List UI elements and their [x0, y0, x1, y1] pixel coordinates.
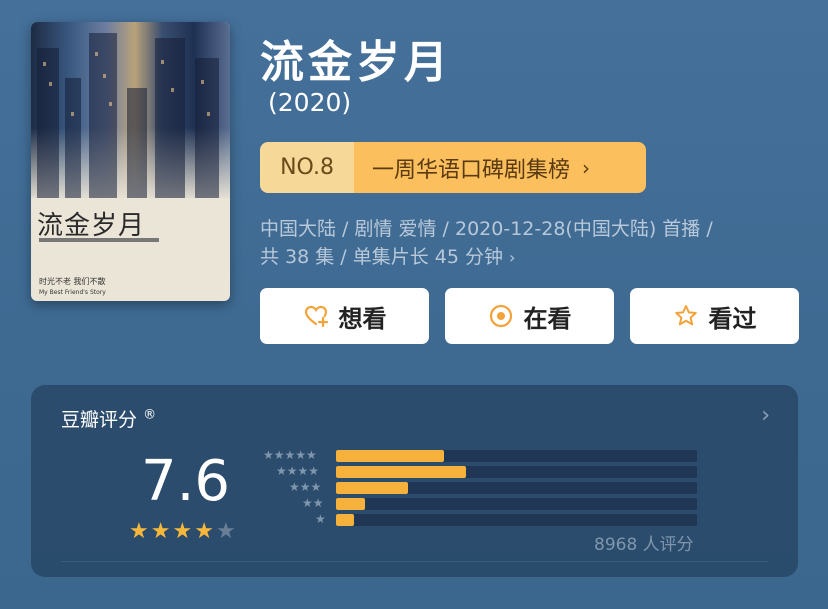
- star-filled-icon: ★: [129, 519, 149, 544]
- distribution-bar-fill: [336, 466, 466, 478]
- star-filled-icon: ★: [172, 519, 193, 544]
- distribution-row: ★★★★: [256, 464, 697, 478]
- douban-rating-card[interactable]: 豆瓣评分 ® › 7.6 ★ ★ ★ ★ ★ ★★★★★ ★★★★ ★★★ ★★ ★ 8968 …: [31, 385, 798, 577]
- chevron-right-icon[interactable]: ›: [761, 403, 770, 428]
- poster-title: 流金岁月: [37, 211, 146, 241]
- distribution-bar-track: [336, 482, 697, 494]
- chevron-right-icon: ›: [509, 248, 516, 267]
- distribution-stars-label: ★: [315, 512, 326, 526]
- rank-list-name: 一周华语口碑剧集榜 ›: [354, 142, 646, 193]
- action-buttons: 想看 在看 看过: [260, 288, 799, 344]
- distribution-bar-track: [336, 466, 697, 478]
- rank-list-label: 一周华语口碑剧集榜: [372, 157, 571, 183]
- star-filled-icon: ★: [150, 519, 171, 544]
- heart-plus-icon: [304, 305, 328, 328]
- poster-credits: [39, 238, 219, 248]
- watched-button[interactable]: 看过: [630, 288, 799, 344]
- poster-image[interactable]: 流金岁月 时光不老 我们不散 My Best Friend's Story: [31, 22, 230, 301]
- rating-title-text: 豆瓣评分: [61, 409, 138, 431]
- distribution-row: ★★★: [256, 480, 697, 494]
- meta-line-2: 共 38 集 / 单集片长 45 分钟 ›: [260, 243, 800, 272]
- distribution-bar-track: [336, 498, 697, 510]
- star-filled-icon: ★: [194, 519, 214, 544]
- poster-tagline: 时光不老 我们不散 My Best Friend's Story: [39, 276, 106, 298]
- distribution-row: ★★★★★: [256, 448, 697, 462]
- distribution-stars-label: ★★: [302, 496, 324, 510]
- circle-dot-icon: [489, 304, 512, 328]
- distribution-bar-fill: [336, 450, 445, 462]
- distribution-bar-track: [336, 514, 697, 526]
- show-meta-info[interactable]: 中国大陆 / 剧情 爱情 / 2020-12-28(中国大陆) 首播 / 共 3…: [260, 215, 800, 272]
- distribution-bar-fill: [336, 514, 355, 526]
- poster-city-photo: [31, 22, 230, 198]
- distribution-bar-fill: [336, 482, 409, 494]
- distribution-row: ★★: [256, 496, 697, 510]
- tv-show-detail-page: 流金岁月 时光不老 我们不散 My Best Friend's Story 流金…: [0, 0, 828, 609]
- rank-badge-link[interactable]: NO.8 一周华语口碑剧集榜 ›: [260, 142, 646, 193]
- distribution-bar-track: [336, 450, 697, 462]
- watching-label: 在看: [523, 304, 572, 333]
- rating-card-title: 豆瓣评分 ®: [61, 405, 156, 432]
- distribution-bar-fill: [336, 498, 365, 510]
- divider: [61, 561, 768, 562]
- watching-button[interactable]: 在看: [445, 288, 614, 344]
- rating-stars: ★ ★ ★ ★ ★: [129, 521, 236, 543]
- distribution-stars-label: ★★★★: [276, 464, 320, 478]
- distribution-stars-label: ★★★★★: [263, 448, 317, 462]
- poster-tagline-en: My Best Friend's Story: [39, 289, 106, 296]
- watched-label: 看过: [708, 304, 757, 333]
- show-year: (2020): [268, 88, 352, 117]
- rating-count: 8968 人评分: [594, 535, 694, 555]
- rank-number: NO.8: [260, 142, 354, 193]
- show-title: 流金岁月: [260, 37, 452, 88]
- poster-tagline-cn: 时光不老 我们不散: [39, 277, 106, 286]
- registered-mark: ®: [143, 407, 157, 423]
- want-to-watch-button[interactable]: 想看: [260, 288, 429, 344]
- chevron-right-icon: ›: [582, 155, 591, 180]
- star-empty-icon: ★: [215, 519, 236, 544]
- distribution-row: ★: [256, 512, 697, 526]
- rating-score: 7.6: [141, 449, 231, 514]
- want-to-watch-label: 想看: [338, 304, 387, 333]
- meta-line-1: 中国大陆 / 剧情 爱情 / 2020-12-28(中国大陆) 首播 /: [260, 218, 713, 240]
- meta-line-2-text: 共 38 集 / 单集片长 45 分钟: [260, 246, 503, 268]
- star-outline-icon: [674, 305, 697, 326]
- distribution-stars-label: ★★★: [289, 480, 322, 494]
